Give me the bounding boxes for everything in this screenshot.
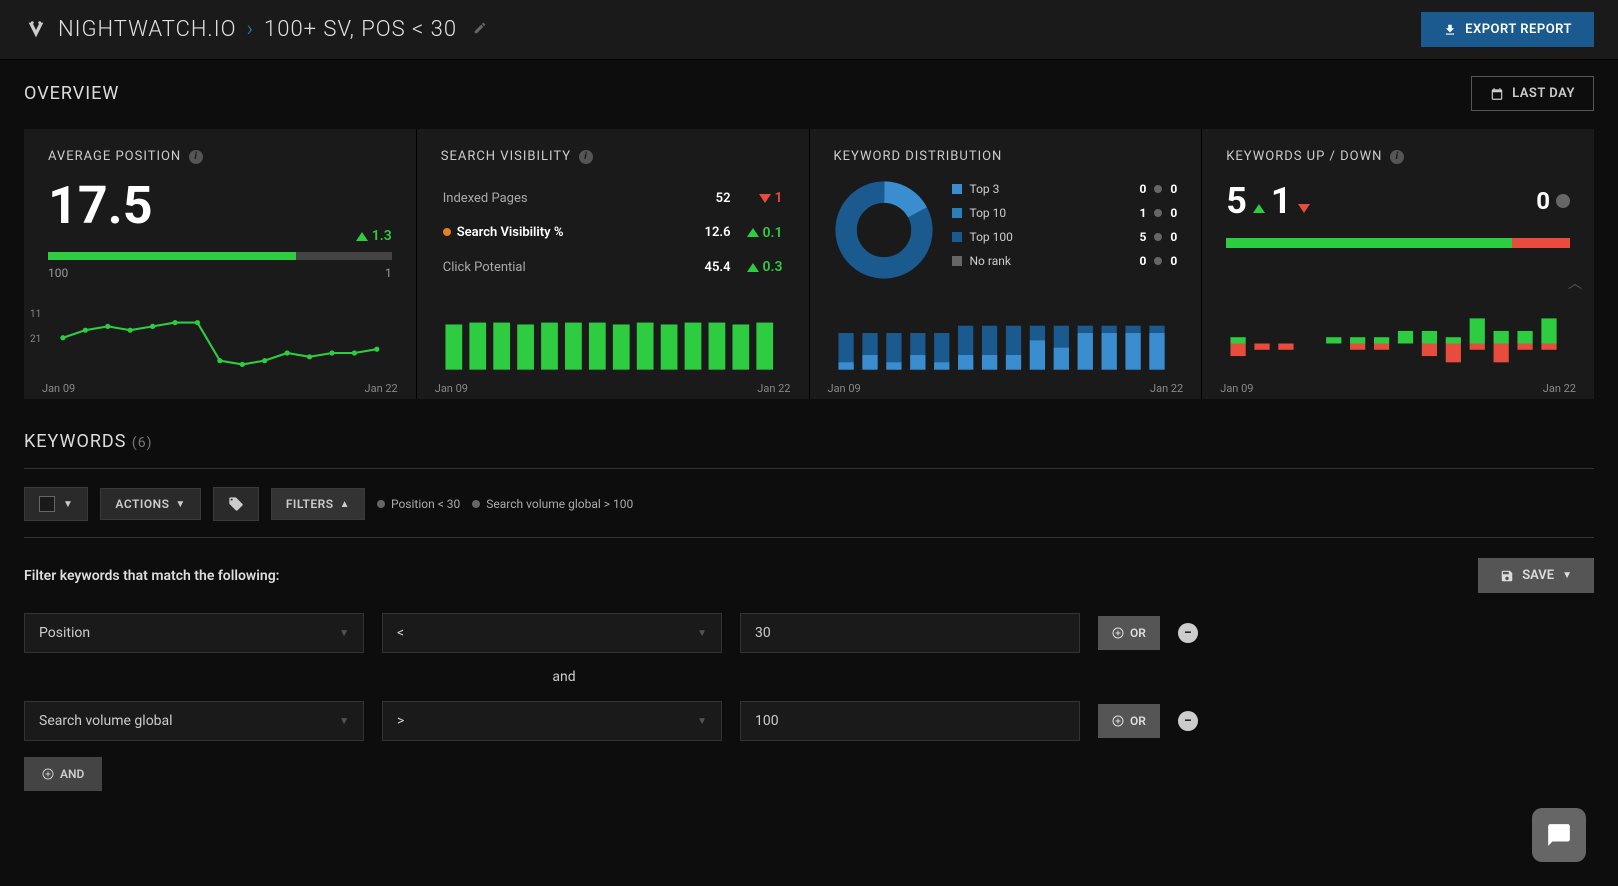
card-search-visibility: SEARCH VISIBILITYi Indexed Pages52 1Sear… <box>417 129 809 299</box>
chevron-right-icon: › <box>246 17 254 42</box>
dot-icon <box>472 500 480 508</box>
keywords-toolbar: ▼ ACTIONS ▼ FILTERS ▲ Position < 30 Sear… <box>24 487 1594 538</box>
avg-position-value: 17.5 <box>48 180 153 232</box>
topbar: NIGHTWATCH.IO › 100+ SV, POS < 30 EXPORT… <box>0 0 1618 60</box>
keywords-section: KEYWORDS (6) ▼ ACTIONS ▼ FILTERS ▲ Posit… <box>0 415 1618 827</box>
info-icon[interactable]: i <box>579 150 593 164</box>
card-average-position: AVERAGE POSITIONi 17.5 1.3 1001 <box>24 129 416 299</box>
tags-button[interactable] <box>213 487 259 521</box>
metric-delta: 0.3 <box>747 259 783 275</box>
metric-label: Search Visibility % <box>443 217 678 250</box>
updown-bar <box>1226 238 1570 248</box>
remove-filter-button[interactable]: − <box>1178 623 1198 643</box>
tag-icon <box>228 496 244 512</box>
triangle-down-icon <box>1298 204 1310 213</box>
filter-row: Position▼ <▼ OR − <box>24 613 1594 653</box>
chevron-up-icon[interactable]: ︿ <box>1568 273 1582 293</box>
keywords-neutral-value: 0 <box>1536 187 1550 215</box>
plus-circle-icon <box>42 768 54 780</box>
filter-field-select[interactable]: Position▼ <box>24 613 364 653</box>
filter-row: Search volume global▼ >▼ OR − <box>24 701 1594 741</box>
metric-value: 45.4 <box>680 251 731 284</box>
metric-delta: 1 <box>759 190 783 206</box>
breadcrumb: NIGHTWATCH.IO › 100+ SV, POS < 30 <box>24 17 487 42</box>
remove-filter-button[interactable]: − <box>1178 711 1198 731</box>
keywords-down-value: 1 <box>1271 180 1292 222</box>
metric-value: 52 <box>680 182 731 215</box>
add-or-button[interactable]: OR <box>1098 704 1160 738</box>
legend-swatch-icon <box>952 184 962 194</box>
mini-chart: Jan 09Jan 22 <box>417 299 809 399</box>
mini-chart: 1121Jan 09Jan 22 <box>24 299 416 399</box>
dot-icon <box>1154 233 1162 241</box>
section-title-keywords: KEYWORDS (6) <box>24 431 152 452</box>
card-keyword-distribution: KEYWORD DISTRIBUTION Top 300Top 1010Top … <box>810 129 1202 299</box>
metric-delta: 0.1 <box>747 225 783 241</box>
add-and-button[interactable]: AND <box>24 757 102 791</box>
dot-icon <box>1154 185 1162 193</box>
keywords-up-value: 5 <box>1226 180 1247 222</box>
overview-cards: AVERAGE POSITIONi 17.5 1.3 1001 SEARCH V… <box>24 129 1594 299</box>
metric-label: Click Potential <box>443 251 678 284</box>
add-or-button[interactable]: OR <box>1098 616 1160 650</box>
select-all-checkbox[interactable]: ▼ <box>24 487 88 521</box>
legend-row: Top 300 <box>952 182 1178 196</box>
filter-operator-select[interactable]: >▼ <box>382 701 722 741</box>
date-range-button[interactable]: LAST DAY <box>1471 76 1594 111</box>
mini-chart: Jan 09Jan 22 <box>1202 299 1594 399</box>
filters-panel-title: Filter keywords that match the following… <box>24 568 280 584</box>
filters-panel: Filter keywords that match the following… <box>24 538 1594 811</box>
save-filter-button[interactable]: SAVE ▼ <box>1478 558 1594 593</box>
filter-operator-select[interactable]: <▼ <box>382 613 722 653</box>
filter-value-input[interactable] <box>740 701 1080 741</box>
triangle-up-icon <box>356 232 368 241</box>
dot-icon <box>377 500 385 508</box>
chat-icon <box>1546 822 1572 848</box>
metric-value: 12.6 <box>680 217 731 250</box>
calendar-icon <box>1490 87 1504 101</box>
metric-label: Indexed Pages <box>443 182 678 215</box>
legend-swatch-icon <box>952 256 962 266</box>
download-icon <box>1443 23 1457 37</box>
legend-row: Top 1010 <box>952 206 1178 220</box>
section-title-overview: OVERVIEW <box>24 83 119 104</box>
save-icon <box>1500 569 1514 583</box>
legend-row: Top 10050 <box>952 230 1178 244</box>
filters-toggle[interactable]: FILTERS ▲ <box>271 488 365 520</box>
filter-value-input[interactable] <box>740 613 1080 653</box>
mini-charts-row: 1121Jan 09Jan 22Jan 09Jan 22Jan 09Jan 22… <box>24 299 1594 399</box>
dot-icon <box>1154 209 1162 217</box>
breadcrumb-view: 100+ SV, POS < 30 <box>264 17 457 42</box>
filter-chip[interactable]: Position < 30 <box>377 497 460 511</box>
overview-section: OVERVIEW LAST DAY AVERAGE POSITIONi 17.5… <box>0 60 1618 415</box>
edit-icon[interactable] <box>473 21 487 39</box>
chat-fab[interactable] <box>1532 808 1586 862</box>
app-logo-icon <box>24 18 48 42</box>
legend-swatch-icon <box>952 208 962 218</box>
export-report-button[interactable]: EXPORT REPORT <box>1421 12 1594 47</box>
and-separator: and <box>24 669 1104 685</box>
card-keywords-updown: KEYWORDS UP / DOWNi 5 1 0 ︿ <box>1202 129 1594 299</box>
avg-position-delta: 1.3 <box>356 228 392 244</box>
info-icon[interactable]: i <box>189 150 203 164</box>
avg-position-bar <box>48 252 392 260</box>
mini-chart: Jan 09Jan 22 <box>810 299 1202 399</box>
breadcrumb-site[interactable]: NIGHTWATCH.IO <box>58 17 236 42</box>
dot-icon <box>1556 194 1570 208</box>
actions-dropdown[interactable]: ACTIONS ▼ <box>100 488 200 520</box>
legend-row: No rank00 <box>952 254 1178 268</box>
info-icon[interactable]: i <box>1390 150 1404 164</box>
filter-field-select[interactable]: Search volume global▼ <box>24 701 364 741</box>
donut-chart <box>834 180 934 280</box>
legend-swatch-icon <box>952 232 962 242</box>
filter-chip[interactable]: Search volume global > 100 <box>472 497 633 511</box>
triangle-up-icon <box>1253 204 1265 213</box>
dot-icon <box>1154 257 1162 265</box>
